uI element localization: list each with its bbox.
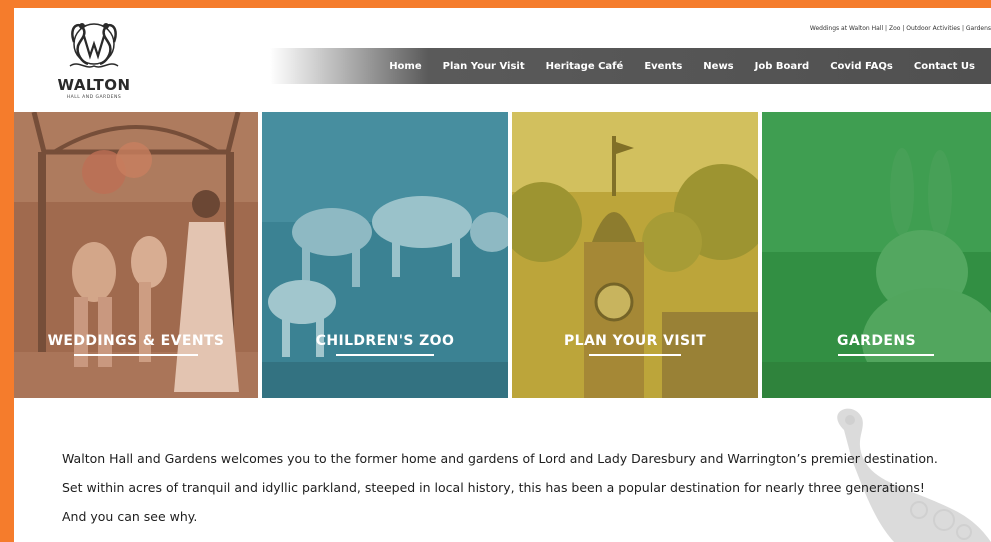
tile-childrens-zoo[interactable]: CHILDREN'S ZOO <box>262 112 508 398</box>
page: WALTON HALL AND GARDENS Weddings at Walt… <box>14 8 991 542</box>
tile-underline <box>74 354 198 356</box>
tile-underline <box>336 354 434 356</box>
nav-job-board[interactable]: Job Board <box>755 61 810 72</box>
peacock-monogram-icon <box>69 23 119 68</box>
nav-contact-us[interactable]: Contact Us <box>914 61 975 72</box>
nav-plan-your-visit[interactable]: Plan Your Visit <box>443 61 525 72</box>
main-nav: Home Plan Your Visit Heritage Café Event… <box>270 48 991 84</box>
logo-subtitle: HALL AND GARDENS <box>66 95 122 100</box>
intro-paragraph: Walton Hall and Gardens welcomes you to … <box>62 451 938 524</box>
nav-news[interactable]: News <box>703 61 733 72</box>
nav-heritage-cafe[interactable]: Heritage Café <box>546 61 624 72</box>
tile-label: GARDENS <box>837 333 916 349</box>
feature-tiles: WEDDINGS & EVENTS CHILDREN'S ZOO PLAN YO… <box>14 112 991 398</box>
tile-plan-your-visit[interactable]: PLAN YOUR VISIT <box>512 112 758 398</box>
nav-events[interactable]: Events <box>644 61 682 72</box>
tile-weddings-events[interactable]: WEDDINGS & EVENTS <box>14 112 258 398</box>
logo[interactable]: WALTON HALL AND GARDENS <box>54 16 134 102</box>
nav-covid-faqs[interactable]: Covid FAQs <box>830 61 893 72</box>
tile-label: WEDDINGS & EVENTS <box>47 333 225 349</box>
nav-home[interactable]: Home <box>389 61 421 72</box>
tile-label: CHILDREN'S ZOO <box>315 333 455 349</box>
tile-gardens[interactable]: GARDENS <box>762 112 991 398</box>
logo-name: WALTON <box>57 76 131 94</box>
top-links[interactable]: Weddings at Walton Hall | Zoo | Outdoor … <box>810 25 991 32</box>
tile-label: PLAN YOUR VISIT <box>563 333 707 349</box>
tile-underline <box>589 354 681 356</box>
tile-underline <box>838 354 934 356</box>
